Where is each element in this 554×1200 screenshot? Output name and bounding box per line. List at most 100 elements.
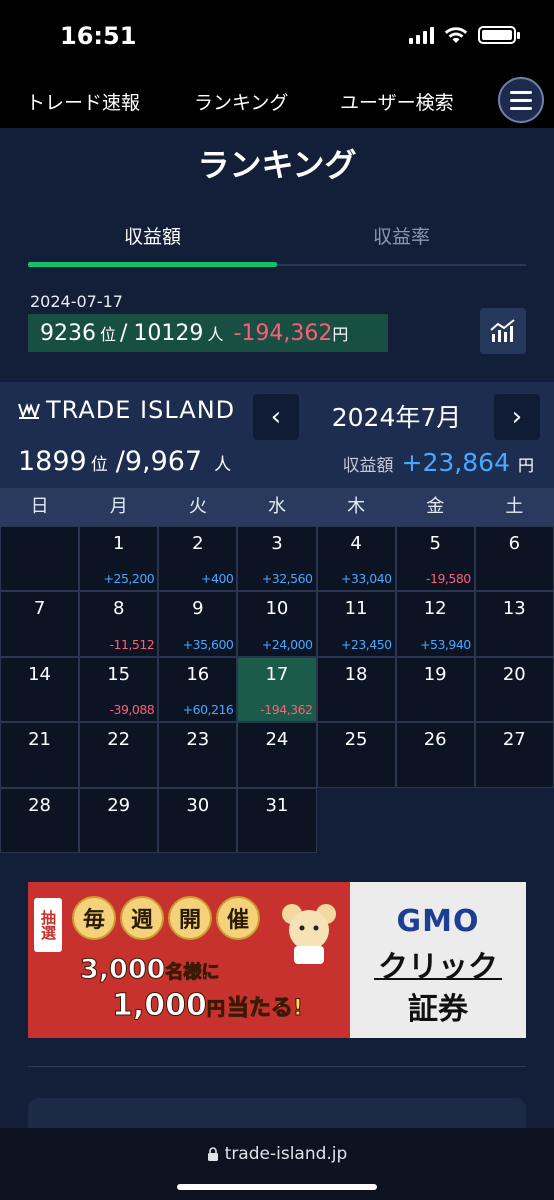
calendar-day[interactable]: 25: [316, 722, 396, 788]
calendar-day[interactable]: 31: [237, 787, 317, 853]
calendar-day[interactable]: 12 +53,940: [395, 591, 475, 657]
calendar-day[interactable]: 30: [158, 787, 238, 853]
day-number: 8: [112, 598, 125, 620]
trade-island-summary: TRADE ISLAND ‹ 2024年7月 › 1899 位/9,967 人 収益…: [0, 382, 554, 488]
weekday: 日: [30, 496, 49, 517]
calendar-day[interactable]: 26: [395, 722, 475, 788]
nav-ranking[interactable]: ランキング: [194, 88, 288, 115]
calendar-day[interactable]: 4 +33,040: [316, 526, 396, 592]
chevron-right-icon: ›: [511, 402, 523, 432]
ad-banner[interactable]: 抽選 毎 週 開 催 3,000名様に 1,000円当たる! GMO クリック …: [28, 882, 526, 1038]
calendar-day[interactable]: 6: [474, 526, 554, 592]
calendar-day[interactable]: 24: [237, 722, 317, 788]
calendar-day[interactable]: 7: [0, 591, 80, 657]
calendar-day[interactable]: 18: [316, 656, 396, 723]
day-number: 13: [502, 598, 526, 620]
lottery-tag: 抽選: [34, 898, 62, 952]
lock-icon: [207, 1147, 218, 1161]
home-indicator: [177, 1184, 377, 1190]
calendar-blank: [395, 787, 475, 853]
hamburger-menu-button[interactable]: [498, 77, 544, 123]
day-profit: -11,512: [109, 636, 155, 652]
calendar-day-today[interactable]: 17 -194,362: [237, 656, 317, 723]
day-number: 18: [344, 663, 368, 685]
chart-button[interactable]: [480, 308, 526, 354]
tab-profit-rate[interactable]: 収益率: [277, 222, 526, 249]
day-number: 22: [107, 729, 131, 751]
calendar-day[interactable]: 14: [0, 656, 80, 723]
calendar-empty-day: [0, 526, 80, 592]
trade-island-logo-icon: [18, 403, 40, 419]
prize-hit: 当たる!: [226, 996, 303, 1022]
day-profit: +24,000: [261, 636, 313, 652]
coin: 催: [216, 896, 260, 940]
calendar-day[interactable]: 13: [474, 591, 554, 657]
calendar-day[interactable]: 8 -11,512: [79, 591, 159, 657]
weekday: 水: [267, 496, 286, 517]
calendar-day[interactable]: 1 +25,200: [79, 526, 159, 592]
daily-profit: -194,362: [233, 320, 333, 346]
nav-user-search[interactable]: ユーザー検索: [340, 88, 454, 115]
coin: 開: [168, 896, 212, 940]
ranking-tabs: 収益額 収益率: [28, 216, 526, 268]
day-number: 2: [192, 533, 204, 554]
calendar-week: 1 +25,200 2 +400 3 +32,560 4 +33,040 5 -19,580 6: [0, 526, 554, 592]
browser-url-bar[interactable]: trade-island.jp: [0, 1128, 554, 1200]
calendar-day[interactable]: 15 -39,088: [79, 656, 159, 723]
brand-divider: [374, 978, 502, 980]
weekday: 土: [505, 496, 524, 517]
prize-winners: 3,000名様に: [79, 954, 220, 986]
day-number: 7: [33, 598, 46, 620]
calendar-day[interactable]: 20: [474, 656, 554, 723]
calendar-day[interactable]: 22: [79, 722, 159, 788]
calendar-day[interactable]: 3 +32,560: [237, 526, 317, 592]
calendar-day[interactable]: 23: [158, 722, 238, 788]
daily-total: 10129: [133, 320, 204, 346]
day-number: 11: [344, 598, 368, 620]
mascot-icon: [282, 904, 336, 964]
tab-profit-amount[interactable]: 収益額: [28, 222, 277, 249]
prev-month-button[interactable]: ‹: [253, 394, 299, 440]
banner-brand: GMO クリック 証券: [350, 882, 526, 1038]
day-number: 15: [107, 663, 131, 685]
calendar-day[interactable]: 10 +24,000: [237, 591, 317, 657]
day-number: 3: [271, 533, 283, 554]
next-month-button[interactable]: ›: [494, 394, 540, 440]
menu-line-icon: [510, 98, 532, 102]
url-display[interactable]: trade-island.jp: [0, 1144, 554, 1164]
day-number: 16: [186, 663, 210, 685]
yen-unit: 円: [332, 325, 349, 344]
calendar-day[interactable]: 9 +35,600: [158, 591, 238, 657]
weekday: 木: [347, 496, 366, 517]
calendar-day[interactable]: 28: [0, 787, 80, 853]
prize-num: 1,000: [112, 988, 208, 1024]
calendar-day[interactable]: 27: [474, 722, 554, 788]
day-number: 14: [28, 663, 52, 685]
day-profit: -194,362: [260, 702, 313, 718]
tab-underline: [277, 264, 526, 266]
calendar-day[interactable]: 2 +400: [158, 526, 238, 592]
calendar-day[interactable]: 19: [395, 656, 475, 723]
rank-unit: 位: [100, 325, 117, 344]
calendar-day[interactable]: 11 +23,450: [316, 591, 396, 657]
winner-text: 名様に: [165, 962, 220, 984]
day-number: 30: [186, 794, 210, 816]
profit-label: 収益額: [342, 456, 394, 476]
day-number: 5: [429, 533, 441, 554]
calendar-day[interactable]: 5 -19,580: [395, 526, 475, 592]
trade-island-logo: TRADE ISLAND: [18, 396, 235, 424]
day-number: 4: [350, 533, 362, 554]
banner-promo: 抽選 毎 週 開 催 3,000名様に 1,000円当たる!: [28, 882, 350, 1038]
day-number: 27: [502, 729, 526, 751]
calendar-week: 7 8 -11,512 9 +35,600 10 +24,000 11 +23,450 12 +53…: [0, 591, 554, 657]
calendar-day[interactable]: 29: [79, 787, 159, 853]
day-number: 9: [192, 598, 204, 620]
calendar-day[interactable]: 16 +60,216: [158, 656, 238, 723]
day-number: 1: [112, 533, 125, 554]
calendar-day[interactable]: 21: [0, 722, 80, 788]
day-profit: +23,450: [340, 636, 392, 652]
day-number: 23: [186, 729, 210, 751]
nav-trade-news[interactable]: トレード速報: [26, 88, 140, 115]
prize-amount: 1,000円当たる!: [112, 988, 304, 1024]
daily-rank-box: 9236 位 / 10129 人 -194,362 円: [28, 314, 388, 352]
